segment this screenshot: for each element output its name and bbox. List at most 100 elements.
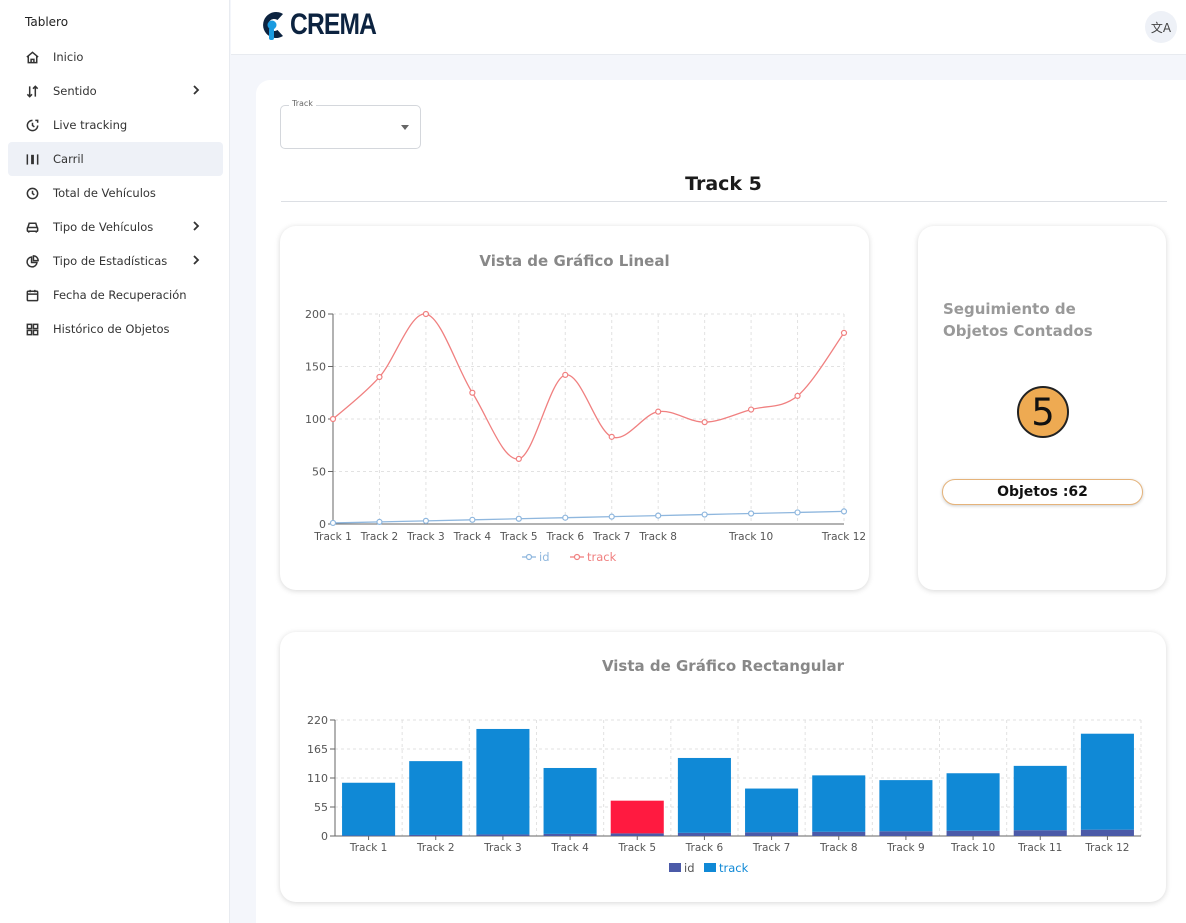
sidebar-item-total-vehiculos[interactable]: Total de Vehículos <box>8 176 223 210</box>
bar-id <box>677 832 731 836</box>
x-tick-label: Track 5 <box>618 842 657 854</box>
sidebar-item-tipo-vehiculos[interactable]: Tipo de Vehículos <box>8 210 223 244</box>
bar-id <box>745 832 799 836</box>
sidebar-item-carril[interactable]: Carril <box>8 142 223 176</box>
sidebar-item-tipo-estadisticas[interactable]: Tipo de Estadísticas <box>8 244 223 278</box>
sort-arrows-icon <box>24 83 40 99</box>
line-chart: 0 50 100 150 200 Track 1 Track 2 Track 3 Track 4… <box>305 308 866 564</box>
legend-label-track: track <box>587 550 617 564</box>
y-tick-label: 165 <box>307 743 328 756</box>
bar-id <box>879 831 933 836</box>
data-point-track <box>562 371 569 378</box>
data-point-id <box>329 519 337 527</box>
x-tick-label: Track 1 <box>313 531 352 543</box>
sidebar-item-label: Carril <box>53 152 84 166</box>
legend-label-track: track <box>719 861 749 875</box>
live-clock-icon <box>24 117 40 133</box>
y-tick-label: 200 <box>305 308 326 321</box>
bar-track <box>342 782 396 836</box>
x-tick-label: Track 9 <box>886 842 925 854</box>
chevron-right-icon <box>189 219 203 233</box>
y-tick-label: 0 <box>321 830 328 843</box>
data-point-id <box>469 516 476 523</box>
track-select-label: Track <box>289 99 316 108</box>
count-badge: 5 <box>1017 386 1069 438</box>
data-point-id <box>747 510 755 517</box>
sidebar-item-label: Live tracking <box>53 118 128 132</box>
x-tick-label: Track 8 <box>819 842 858 854</box>
page-title: Track 5 <box>685 173 762 195</box>
data-point-track <box>608 433 615 440</box>
series-line-id <box>332 510 845 524</box>
x-tick-label: Track 4 <box>550 842 589 854</box>
sidebar-item-historico-objetos[interactable]: Histórico de Objetos <box>8 312 223 346</box>
count-card: Seguimiento de Objetos Contados 5 Objeto… <box>918 226 1166 590</box>
data-point-id <box>376 518 383 525</box>
bar-track <box>677 757 731 833</box>
data-point-track <box>422 310 430 318</box>
data-point-track <box>655 408 662 415</box>
x-tick-label: Track 8 <box>638 531 677 543</box>
bar-track <box>812 775 866 832</box>
x-tick-label: Track 7 <box>592 531 631 543</box>
y-tick-label: 220 <box>307 714 328 727</box>
bar-id <box>342 835 396 836</box>
data-point-id <box>608 513 615 520</box>
legend-swatch-track <box>704 863 716 872</box>
pie-chart-icon <box>24 253 40 269</box>
legend-marker-id <box>525 553 533 561</box>
sidebar-item-sentido[interactable]: Sentido <box>8 74 223 108</box>
sidebar-item-inicio[interactable]: Inicio <box>8 40 223 74</box>
y-tick-label: 55 <box>314 801 328 814</box>
x-tick-label: Track 7 <box>752 842 791 854</box>
bar-id <box>476 834 530 836</box>
bar-track <box>946 773 1000 831</box>
bar-id <box>543 833 597 836</box>
calendar-icon <box>24 287 40 303</box>
logo-text: CREMA <box>290 8 377 41</box>
bar-track <box>1013 765 1067 831</box>
track-select[interactable]: Track <box>280 99 421 149</box>
bar-id <box>1080 829 1134 836</box>
chevron-right-icon <box>189 253 203 267</box>
sidebar-item-label: Inicio <box>53 50 84 64</box>
main-panel: Track Track 5 Vista de Gráfico Lineal 05… <box>256 80 1186 923</box>
sidebar-item-label: Tipo de Estadísticas <box>53 254 168 268</box>
crema-logo: CREMA <box>259 8 395 42</box>
series-line-track <box>332 313 845 460</box>
legend-label-id: id <box>684 861 695 875</box>
x-tick-label: Track 1 <box>349 842 388 854</box>
sidebar-heading: Tablero <box>25 15 69 29</box>
sidebar-item-label: Fecha de Recuperación <box>53 288 187 302</box>
crema-logo-mark <box>263 12 283 40</box>
data-point-id <box>794 509 801 516</box>
data-point-track <box>747 406 755 413</box>
y-tick-label: 50 <box>312 466 326 479</box>
bar-chart: 0 55 110 165 220 Track 1 Track 2 Track 3 Track 4… <box>307 714 1142 875</box>
translate-button[interactable]: 文A <box>1145 11 1177 43</box>
bar-id <box>409 834 463 836</box>
translate-icon: 文A <box>1150 20 1172 35</box>
data-point-track <box>840 329 848 337</box>
x-tick-label: Track 6 <box>685 842 724 854</box>
bar-track <box>745 788 799 833</box>
sidebar-item-label: Sentido <box>53 84 97 98</box>
data-point-track <box>794 392 801 399</box>
data-point-id <box>515 515 522 522</box>
x-tick-label: Track 12 <box>821 531 866 543</box>
x-tick-label: Track 4 <box>453 531 492 543</box>
objects-count-pill: Objetos :62 <box>942 479 1143 505</box>
bar-chart-card: Vista de Gráfico Rectangular 0 55 110 165 22… <box>280 632 1166 902</box>
sidebar-item-label: Total de Vehículos <box>53 186 156 200</box>
sidebar-item-fecha-recuperacion[interactable]: Fecha de Recuperación <box>8 278 223 312</box>
data-point-track <box>329 415 337 423</box>
x-tick-label: Track 6 <box>546 531 585 543</box>
bar-id <box>812 831 866 836</box>
x-tick-label: Track 10 <box>728 531 773 543</box>
sidebar-item-live-tracking[interactable]: Live tracking <box>8 108 223 142</box>
data-point-id <box>422 517 430 524</box>
bar-track <box>543 767 597 834</box>
line-chart-card: Vista de Gráfico Lineal 0 50 100 150 200 Trac… <box>280 226 869 590</box>
data-point-id <box>701 511 708 518</box>
x-tick-label: Track 3 <box>483 842 521 854</box>
